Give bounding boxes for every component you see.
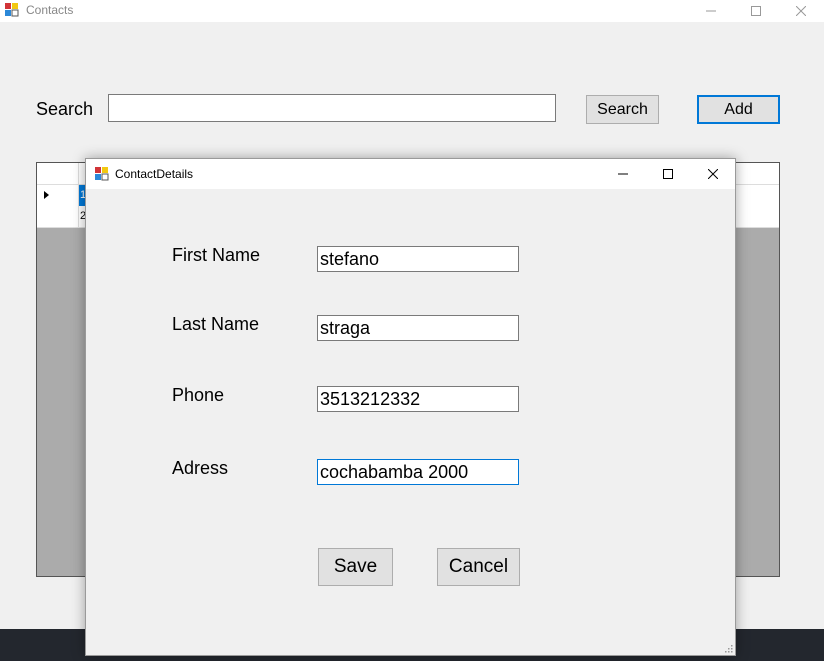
- app-icon: [95, 167, 109, 181]
- dialog-close-button[interactable]: [690, 159, 736, 189]
- row-header[interactable]: [37, 185, 79, 206]
- window-title: Contacts: [26, 3, 74, 17]
- title-bar[interactable]: Contacts: [0, 0, 824, 22]
- contact-details-dialog: ContactDetails First Name Last Name Phon…: [85, 158, 736, 656]
- close-icon: [796, 6, 806, 16]
- search-label: Search: [36, 99, 94, 119]
- save-button[interactable]: Save: [318, 548, 393, 586]
- close-icon: [708, 169, 718, 179]
- last-name-label: Last Name: [172, 314, 260, 334]
- add-button[interactable]: Add: [697, 95, 780, 124]
- minimize-icon: [706, 10, 716, 12]
- address-label: Adress: [172, 458, 229, 478]
- address-field[interactable]: [317, 459, 519, 485]
- phone-field[interactable]: [317, 386, 519, 412]
- close-button[interactable]: [778, 0, 824, 22]
- row-pointer-icon: [44, 191, 49, 199]
- maximize-button[interactable]: [733, 0, 779, 22]
- app-icon: [5, 3, 19, 17]
- maximize-icon: [751, 6, 761, 16]
- first-name-field[interactable]: [317, 246, 519, 272]
- last-name-field[interactable]: [317, 315, 519, 341]
- resize-grip-icon[interactable]: [723, 643, 733, 653]
- first-name-label: First Name: [172, 245, 261, 265]
- phone-label: Phone: [172, 385, 225, 405]
- cancel-button[interactable]: Cancel: [437, 548, 520, 586]
- minimize-button[interactable]: [688, 0, 734, 22]
- grid-corner[interactable]: [37, 163, 79, 184]
- dialog-maximize-button[interactable]: [645, 159, 691, 189]
- search-input[interactable]: [108, 94, 556, 122]
- minimize-icon: [618, 173, 628, 175]
- search-button[interactable]: Search: [586, 95, 659, 124]
- dialog-title-bar[interactable]: ContactDetails: [86, 159, 735, 189]
- dialog-title: ContactDetails: [115, 167, 194, 181]
- dialog-minimize-button[interactable]: [600, 159, 646, 189]
- maximize-icon: [663, 169, 673, 179]
- row-header[interactable]: [37, 206, 79, 227]
